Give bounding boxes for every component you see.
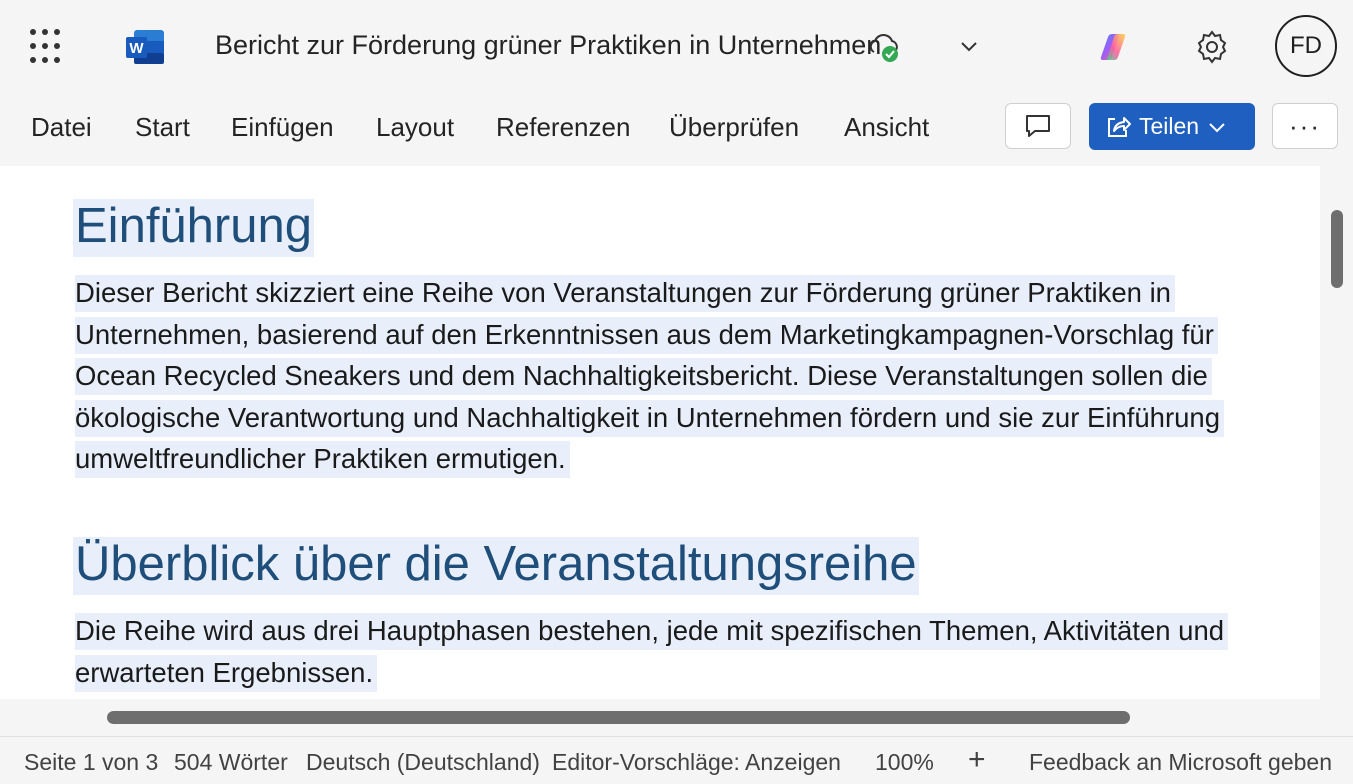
text-line: ökologische Verantwortung und Nachhaltig… (75, 399, 1225, 437)
page-count[interactable]: Seite 1 von 3 (24, 749, 158, 776)
editor-suggestions[interactable]: Editor-Vorschläge: Anzeigen (552, 749, 841, 776)
text-line: Ocean Recycled Sneakers und dem Nachhalt… (75, 358, 1212, 395)
settings-gear-icon[interactable] (1193, 28, 1231, 66)
zoom-in-button[interactable]: + (968, 743, 986, 777)
language-status[interactable]: Deutsch (Deutschland) (306, 749, 540, 776)
text-line: Unternehmen, basierend auf den Erkenntni… (75, 316, 1218, 354)
paragraph-introduction[interactable]: Dieser Bericht skizziert eine Reihe von … (75, 272, 1225, 480)
heading-overview[interactable]: Überblick über die Veranstaltungsreihe (73, 536, 919, 595)
chevron-down-icon[interactable] (958, 38, 980, 54)
tab-datei[interactable]: Datei (31, 112, 92, 143)
text-line: Die Reihe wird aus drei Hauptphasen best… (75, 613, 1229, 650)
cloud-saved-icon[interactable] (866, 30, 902, 64)
word-count[interactable]: 504 Wörter (174, 749, 288, 776)
share-button[interactable]: Teilen (1089, 103, 1255, 150)
comment-icon (1026, 115, 1050, 137)
share-icon (1108, 116, 1131, 137)
text-line: erwarteten Ergebnissen. (75, 654, 378, 692)
document-page[interactable]: Einführung Dieser Bericht skizziert eine… (0, 166, 1320, 699)
ribbon-tabs: Datei Start Einfügen Layout Referenzen Ü… (0, 92, 1353, 166)
comments-button[interactable] (1005, 103, 1071, 149)
zoom-level[interactable]: 100% (875, 749, 934, 776)
share-label: Teilen (1139, 113, 1200, 139)
more-options-button[interactable]: ··· (1272, 103, 1338, 149)
chevron-down-icon (1209, 122, 1225, 132)
title-bar: W Bericht zur Förderung grüner Praktiken… (0, 0, 1353, 92)
user-avatar[interactable]: FD (1275, 15, 1337, 77)
tab-ueberpruefen[interactable]: Überprüfen (669, 112, 799, 143)
document-area: Einführung Dieser Bericht skizziert eine… (0, 166, 1353, 736)
paragraph-overview[interactable]: Die Reihe wird aus drei Hauptphasen best… (75, 610, 1229, 693)
tab-layout[interactable]: Layout (376, 112, 454, 143)
copilot-icon[interactable] (1095, 29, 1131, 65)
word-logo-icon[interactable]: W (124, 28, 166, 66)
status-bar: Seite 1 von 3 504 Wörter Deutsch (Deutsc… (0, 736, 1353, 784)
tab-start[interactable]: Start (135, 112, 190, 143)
vertical-scroll-thumb[interactable] (1331, 210, 1343, 288)
horizontal-scroll-thumb[interactable] (107, 711, 1130, 724)
app-launcher-icon[interactable] (30, 29, 66, 65)
text-line: umweltfreundlicher Praktiken ermutigen. (75, 441, 570, 478)
tab-einfuegen[interactable]: Einfügen (231, 112, 334, 143)
tab-referenzen[interactable]: Referenzen (496, 112, 630, 143)
tab-ansicht[interactable]: Ansicht (844, 112, 929, 143)
svg-text:W: W (129, 40, 144, 57)
text-line: Dieser Bericht skizziert eine Reihe von … (75, 275, 1175, 312)
feedback-link[interactable]: Feedback an Microsoft geben (1029, 749, 1332, 776)
document-title[interactable]: Bericht zur Förderung grüner Praktiken i… (215, 30, 881, 61)
heading-introduction[interactable]: Einführung (73, 198, 315, 257)
